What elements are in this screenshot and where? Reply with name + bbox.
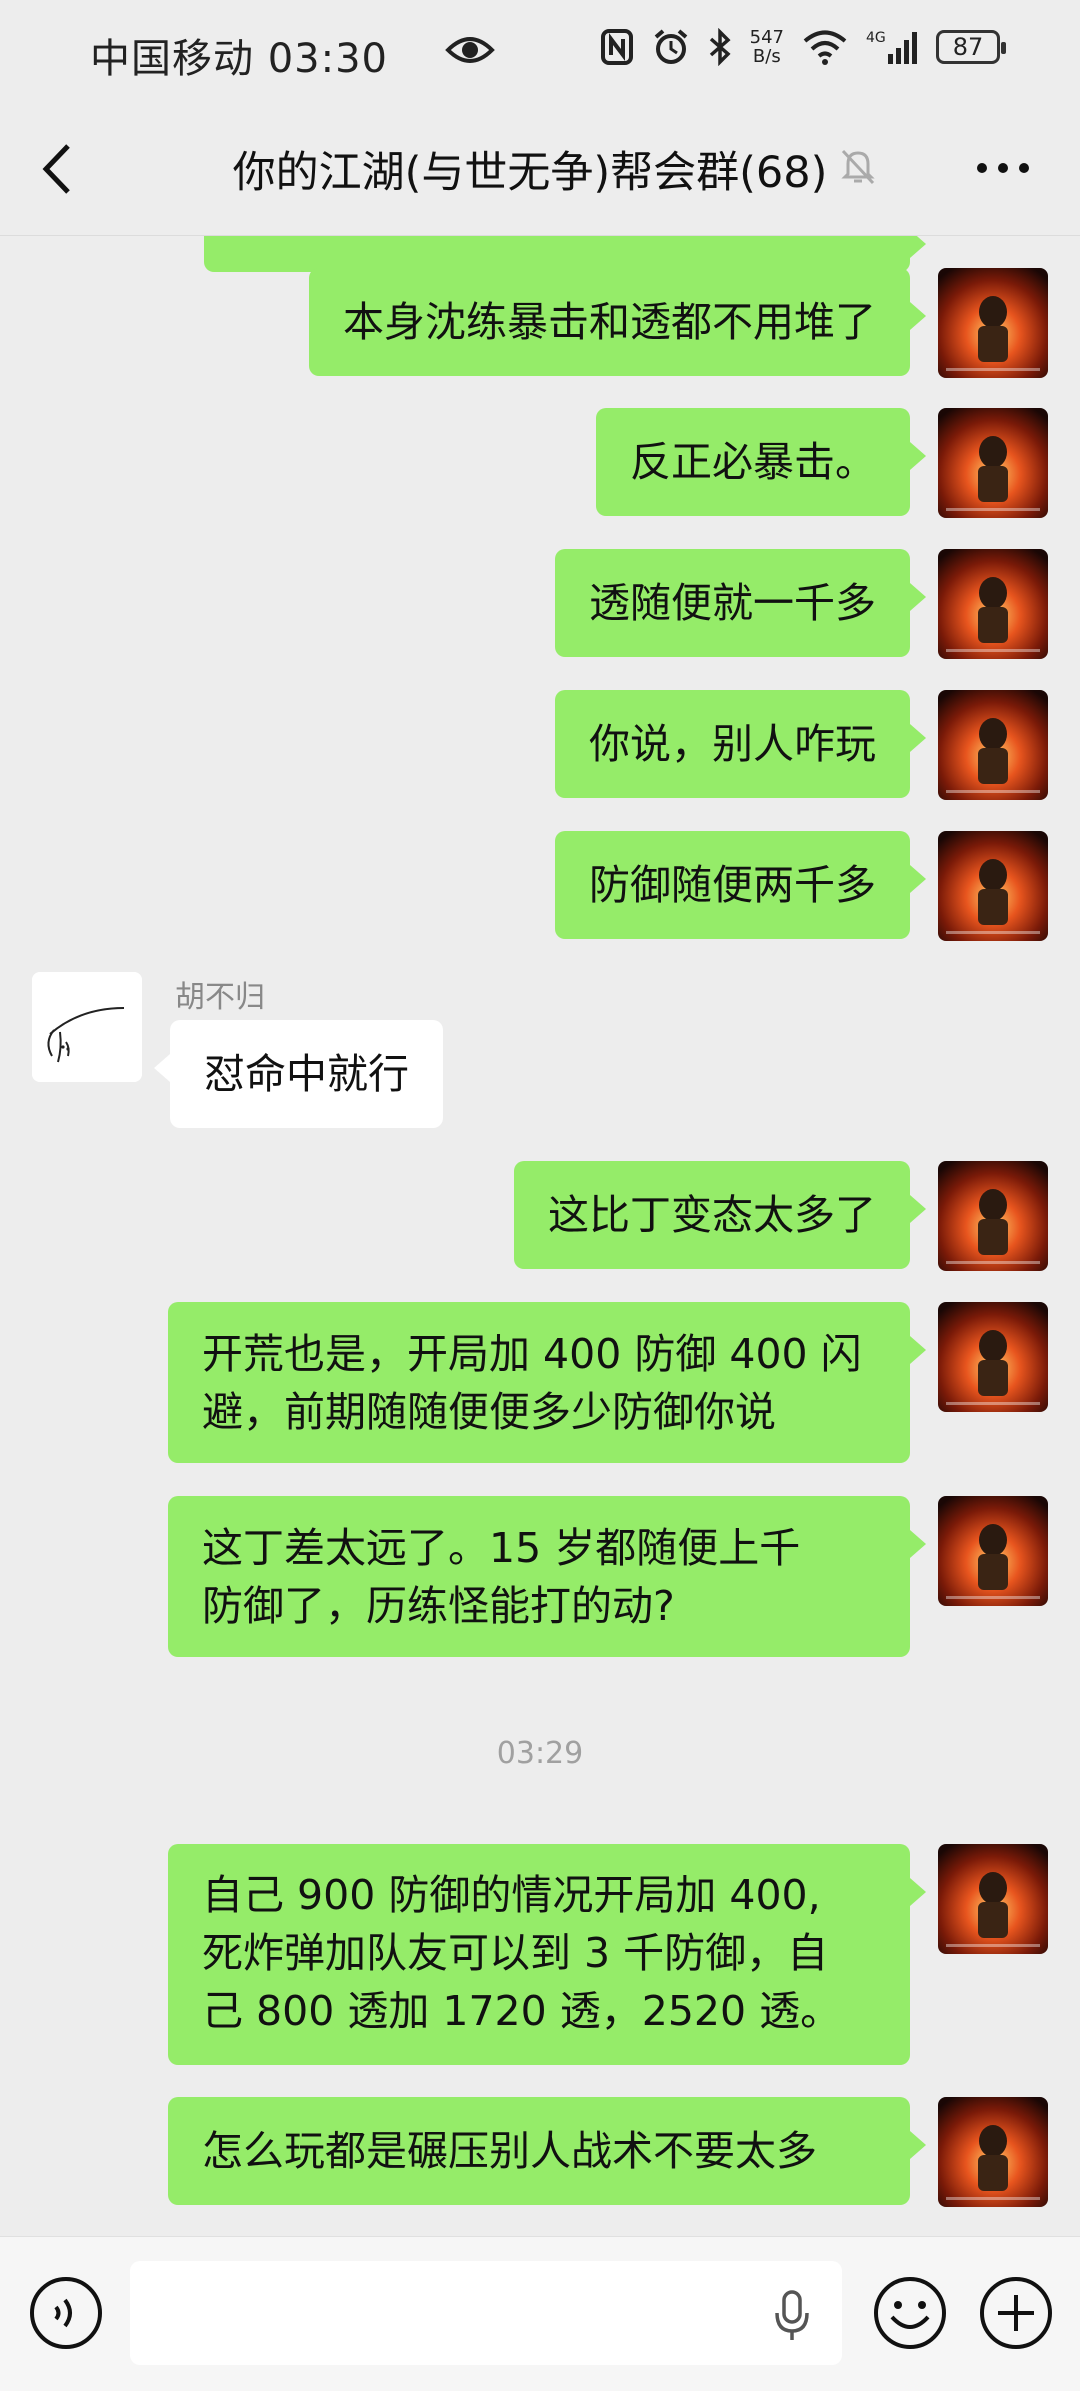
mic-icon[interactable] bbox=[772, 2289, 812, 2343]
voice-icon[interactable] bbox=[26, 2273, 106, 2353]
my-avatar[interactable] bbox=[938, 1844, 1048, 1954]
message-bubble-partial[interactable] bbox=[204, 236, 926, 272]
input-bar bbox=[0, 2236, 1080, 2391]
sender-name: 胡不归 bbox=[175, 980, 265, 1015]
message-text: 防御随便两千多 bbox=[589, 861, 876, 909]
message-bubble[interactable]: 你说，别人咋玩 bbox=[555, 690, 926, 798]
my-avatar[interactable] bbox=[938, 549, 1048, 659]
signal-icon: 4G bbox=[866, 30, 917, 64]
message-text: 怎么玩都是碾压别人战术不要太多 bbox=[202, 2127, 817, 2175]
alarm-icon bbox=[654, 29, 687, 64]
plus-icon[interactable] bbox=[976, 2273, 1056, 2353]
emoji-icon[interactable] bbox=[870, 2273, 950, 2353]
my-avatar[interactable] bbox=[938, 831, 1048, 941]
my-avatar[interactable] bbox=[938, 2097, 1048, 2207]
message-bubble[interactable]: 本身沈练暴击和透都不用堆了 bbox=[309, 268, 926, 376]
my-avatar[interactable] bbox=[938, 690, 1048, 800]
wifi-icon bbox=[803, 30, 847, 65]
message-bubble[interactable]: 反正必暴击。 bbox=[596, 408, 926, 516]
message-bubble[interactable]: 怎么玩都是碾压别人战术不要太多 bbox=[168, 2097, 926, 2205]
network-speed: 547 B/s bbox=[750, 28, 784, 66]
net-speed-unit: B/s bbox=[752, 46, 781, 67]
message-bubble[interactable]: 怼命中就行 bbox=[154, 1020, 443, 1128]
bluetooth-icon bbox=[709, 28, 731, 66]
status-bar: 中国移动 03:30 547 B/s 4G 87 bbox=[0, 0, 1080, 100]
message-text-line: 自己 900 防御的情况开局加 400, bbox=[202, 1871, 821, 1919]
message-bubble[interactable]: 开荒也是，开局加 400 防御 400 闪 避，前期随随便便多少防御你说 bbox=[168, 1302, 926, 1463]
message-text: 透随便就一千多 bbox=[589, 579, 876, 627]
message-text: 怼命中就行 bbox=[204, 1050, 409, 1098]
message-text-line: 防御了，历练怪能打的动? bbox=[202, 1582, 675, 1630]
battery-level: 87 bbox=[952, 33, 984, 61]
message-text-line: 开荒也是，开局加 400 防御 400 闪 bbox=[202, 1330, 862, 1378]
message-list[interactable]: 本身沈练暴击和透都不用堆了 反正必暴击。 透随便就一千多 你说，别人咋玩 防御随… bbox=[0, 236, 1080, 2235]
message-text: 反正必暴击。 bbox=[630, 438, 876, 486]
message-bubble[interactable]: 自己 900 防御的情况开局加 400, 死炸弹加队友可以到 3 千防御，自 己… bbox=[168, 1844, 926, 2065]
message-bubble[interactable]: 这丁差太远了。15 岁都随便上千 防御了，历练怪能打的动? bbox=[168, 1496, 926, 1657]
message-bubble[interactable]: 防御随便两千多 bbox=[555, 831, 926, 939]
message-text: 这比丁变态太多了 bbox=[548, 1191, 876, 1239]
net-speed-value: 547 bbox=[749, 27, 784, 48]
my-avatar[interactable] bbox=[938, 408, 1048, 518]
message-text: 你说，别人咋玩 bbox=[589, 720, 876, 768]
message-bubble[interactable]: 透随便就一千多 bbox=[555, 549, 926, 657]
my-avatar[interactable] bbox=[938, 268, 1048, 378]
battery-indicator: 87 bbox=[936, 30, 1006, 64]
eye-icon bbox=[445, 37, 495, 63]
svg-text:4G: 4G bbox=[866, 30, 886, 46]
chat-title: 你的江湖(与世无争)帮会群(68) bbox=[232, 148, 828, 198]
my-avatar[interactable] bbox=[938, 1302, 1048, 1412]
mute-bell-icon bbox=[841, 149, 875, 185]
my-avatar[interactable] bbox=[938, 1496, 1048, 1606]
message-input[interactable] bbox=[130, 2261, 842, 2365]
message-text-line: 死炸弹加队友可以到 3 千防御，自 bbox=[202, 1929, 829, 1977]
message-text-line: 己 800 透加 1720 透，2520 透。 bbox=[202, 1987, 842, 2035]
carrier-time: 中国移动 03:30 bbox=[90, 36, 388, 82]
sender-avatar[interactable] bbox=[32, 972, 142, 1082]
more-icon[interactable] bbox=[976, 162, 1030, 174]
nfc-icon bbox=[600, 29, 633, 65]
chat-header: 你的江湖(与世无争)帮会群(68) bbox=[0, 100, 1080, 236]
message-bubble[interactable]: 这比丁变态太多了 bbox=[514, 1161, 926, 1269]
my-avatar[interactable] bbox=[938, 1161, 1048, 1271]
message-text-line: 避，前期随随便便多少防御你说 bbox=[202, 1388, 776, 1436]
timestamp: 03:29 bbox=[496, 1736, 584, 1771]
message-text: 本身沈练暴击和透都不用堆了 bbox=[343, 298, 876, 346]
message-text-line: 这丁差太远了。15 岁都随便上千 bbox=[202, 1524, 801, 1572]
status-icons: 547 B/s 4G 87 bbox=[600, 28, 1006, 66]
